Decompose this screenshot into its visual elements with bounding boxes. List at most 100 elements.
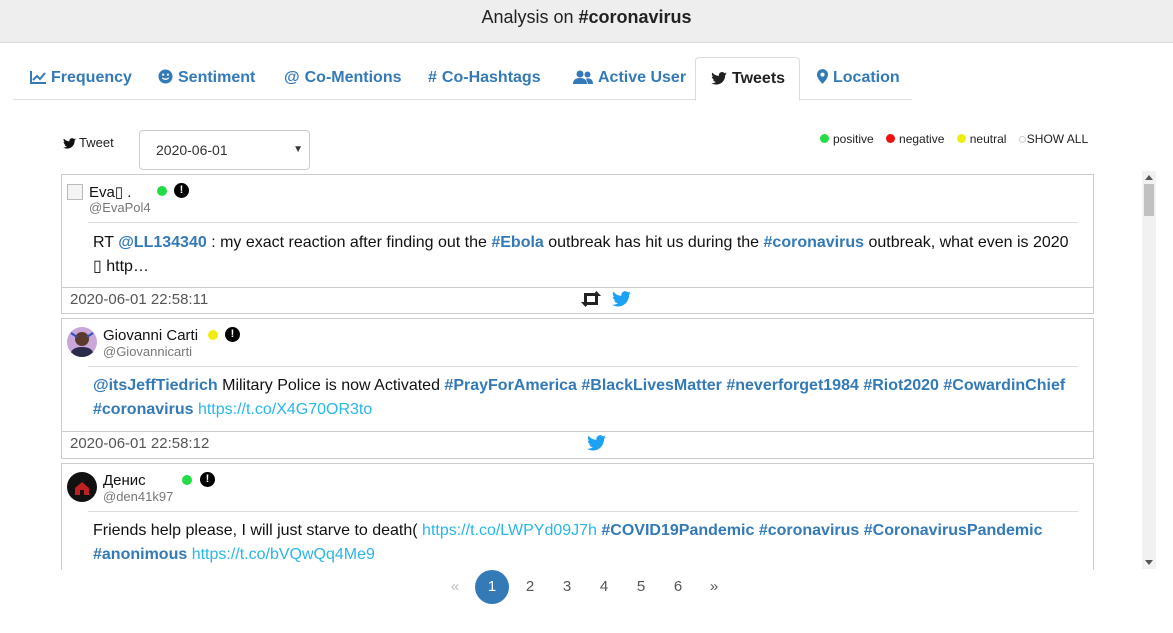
tweet-filter-text: Tweet <box>79 135 114 150</box>
tweet-footer: 2020-06-01 22:58:12 <box>62 431 1093 457</box>
hashtag-link[interactable]: #CowardinChief <box>943 377 1065 394</box>
pagination-next[interactable]: » <box>697 570 731 604</box>
hashtag-link[interactable]: #coronavirus <box>764 234 864 251</box>
avatar[interactable] <box>67 327 97 357</box>
tweet-footer: 2020-06-01 22:58:11 <box>62 287 1093 313</box>
page-title-prefix: Analysis on <box>481 7 579 27</box>
page-6-button[interactable]: 6 <box>661 570 695 604</box>
text-segment: RT <box>93 234 119 251</box>
twitter-icon <box>711 58 727 100</box>
show-all-dot-icon <box>1018 136 1026 143</box>
tweet-user-handle[interactable]: @den41k97 <box>103 489 173 504</box>
hashtag-link[interactable]: #anonimous <box>93 546 187 563</box>
hashtag-link[interactable]: #Ebola <box>491 234 543 251</box>
scroll-up-icon[interactable] <box>1145 175 1153 180</box>
sentiment-positive-dot-icon <box>157 186 167 196</box>
neutral-dot-icon <box>956 134 966 143</box>
line-chart-icon <box>30 57 46 99</box>
text-segment: outbreak has hit us during the <box>543 234 764 251</box>
legend-show-all[interactable]: SHOW ALL <box>1018 132 1089 146</box>
tab-co-mentions[interactable]: @ Co-Mentions <box>284 57 401 100</box>
hashtag-link[interactable]: #BlackLivesMatter <box>581 377 722 394</box>
tweet-text: RT @LL134340 : my exact reaction after f… <box>93 231 1073 279</box>
page-1-button[interactable]: 1 <box>475 570 509 604</box>
positive-dot-icon <box>820 134 829 143</box>
url-link[interactable]: https://t.co/X4G70OR3to <box>198 401 372 418</box>
tab-frequency[interactable]: Frequency <box>30 57 132 100</box>
tweet-feed[interactable]: Eva▯ . ! @EvaPol4 RT @LL134340 : my exac… <box>61 174 1094 570</box>
sentiment-positive-dot-icon <box>182 475 192 485</box>
at-icon: @ <box>284 69 300 86</box>
tweet-text: @itsJeffTiedrich Military Police is now … <box>93 374 1073 422</box>
legend-neutral[interactable]: neutral <box>956 132 1006 146</box>
tab-sentiment-label: Sentiment <box>178 69 256 86</box>
tab-location-label: Location <box>833 69 900 86</box>
avatar[interactable] <box>67 472 97 502</box>
alert-icon[interactable]: ! <box>225 327 240 342</box>
date-select-value: 2020-06-01 <box>156 142 228 158</box>
tweet-card: Eva▯ . ! @EvaPol4 RT @LL134340 : my exac… <box>61 174 1094 314</box>
page-header: Analysis on #coronavirus <box>0 0 1173 43</box>
tab-frequency-label: Frequency <box>51 69 132 86</box>
page-3-button[interactable]: 3 <box>550 570 584 604</box>
legend-negative[interactable]: negative <box>886 132 944 146</box>
date-select[interactable]: 2020-06-01 ▼ <box>139 130 310 170</box>
tab-sentiment[interactable]: Sentiment <box>158 57 255 100</box>
hashtag-link[interactable]: #Riot2020 <box>863 377 939 394</box>
hashtag-link[interactable]: #PrayForAmerica <box>444 377 577 394</box>
text-segment: : my exact reaction after finding out th… <box>206 234 492 251</box>
hashtag-link[interactable]: #CoronavirusPandemic <box>864 522 1043 539</box>
tweet-card: Giovanni Carti ! @Giovannicarti @itsJeff… <box>61 318 1094 459</box>
mention-link[interactable]: @itsJeffTiedrich <box>93 377 218 394</box>
twitter-icon[interactable] <box>612 291 631 312</box>
hashtag-link[interactable]: #neverforget1984 <box>726 377 859 394</box>
scroll-down-icon[interactable] <box>1145 560 1153 565</box>
url-link[interactable]: https://t.co/bVQwQq4Me9 <box>192 546 375 563</box>
alert-icon[interactable]: ! <box>174 183 189 198</box>
twitter-icon <box>63 135 79 150</box>
mention-link[interactable]: @LL134340 <box>118 234 207 251</box>
tab-location[interactable]: Location <box>817 57 900 100</box>
hashtag-link[interactable]: #coronavirus <box>759 522 859 539</box>
scrollbar-thumb[interactable] <box>1144 184 1154 216</box>
text-segment: outbreak, what even is 2020 <box>864 234 1069 251</box>
tweet-user-name[interactable]: Eva▯ . <box>89 183 131 201</box>
legend-show-all-label: SHOW ALL <box>1026 132 1089 146</box>
broken-image-icon <box>67 184 83 200</box>
tab-tweets[interactable]: Tweets <box>695 57 800 101</box>
hashtag-link[interactable]: #COVID19Pandemic <box>601 522 754 539</box>
tab-active-user[interactable]: Active User <box>573 57 686 100</box>
tweet-timestamp: 2020-06-01 22:58:12 <box>70 435 210 452</box>
tab-co-hashtags-label: Co-Hashtags <box>441 69 541 86</box>
tab-tweets-label: Tweets <box>732 70 786 87</box>
legend-positive-label: positive <box>833 132 874 146</box>
tweet-card: Денис ! @den41k97 Friends help please, I… <box>61 463 1094 570</box>
legend-positive[interactable]: positive <box>820 132 874 146</box>
tweet-user-handle[interactable]: @EvaPol4 <box>89 200 151 215</box>
tweet-user-name[interactable]: Giovanni Carti <box>103 327 198 344</box>
tweet-text: Friends help please, I will just starve … <box>93 519 1073 567</box>
feed-scrollbar[interactable] <box>1142 171 1156 569</box>
caret-down-icon: ▼ <box>293 144 303 155</box>
users-icon <box>573 57 593 99</box>
tweet-user-name[interactable]: Денис <box>103 472 146 489</box>
alert-icon[interactable]: ! <box>200 472 215 487</box>
url-link[interactable]: https://t.co/LWPYd09J7h <box>422 522 597 539</box>
page-4-button[interactable]: 4 <box>587 570 621 604</box>
negative-dot-icon <box>886 134 896 143</box>
page-title-topic: #coronavirus <box>578 7 692 27</box>
legend-negative-label: negative <box>899 132 945 146</box>
tab-co-hashtags[interactable]: # Co-Hashtags <box>428 57 541 100</box>
hashtag-link[interactable]: #coronavirus <box>93 401 193 418</box>
page-2-button[interactable]: 2 <box>513 570 547 604</box>
tweet-user-handle[interactable]: @Giovannicarti <box>103 344 192 359</box>
page-5-button[interactable]: 5 <box>624 570 658 604</box>
retweet-icon[interactable] <box>580 291 602 312</box>
divider <box>88 366 1078 367</box>
text-segment: Military Police is now Activated <box>217 377 445 394</box>
map-marker-icon <box>817 57 828 99</box>
pagination-prev[interactable]: « <box>438 570 472 604</box>
tab-co-mentions-label: Co-Mentions <box>304 69 402 86</box>
text-segment: ▯ http… <box>93 258 149 275</box>
twitter-icon[interactable] <box>587 435 606 456</box>
